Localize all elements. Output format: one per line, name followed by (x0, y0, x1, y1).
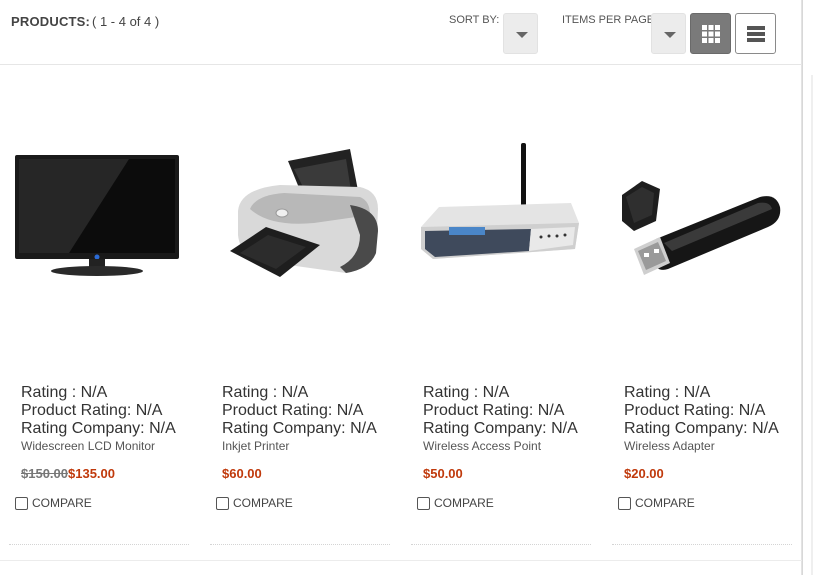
product-image-inkjet-printer[interactable] (210, 131, 390, 291)
price: $50.00 (423, 466, 463, 481)
card-divider (612, 544, 792, 545)
sort-by-select[interactable] (503, 13, 538, 54)
products-label: PRODUCTS: (11, 14, 91, 29)
rating-company-text: Rating Company: N/A (21, 420, 176, 437)
page-scrollbar[interactable] (802, 0, 813, 575)
rating-company-text: Rating Company: N/A (624, 420, 779, 437)
compare-label: COMPARE (434, 496, 494, 510)
price: $20.00 (624, 466, 664, 481)
product-card: Rating : N/A Product Rating: N/A Rating … (9, 66, 189, 546)
rating-text: Rating : N/A (624, 384, 711, 401)
sale-price: $135.00 (68, 466, 115, 481)
card-divider (411, 544, 591, 545)
checkbox-icon (618, 496, 631, 510)
checkbox-icon (216, 496, 229, 510)
product-card: Rating : N/A Product Rating: N/A Rating … (210, 66, 390, 546)
card-divider (9, 544, 189, 545)
chevron-down-icon (664, 32, 676, 38)
product-card: Rating : N/A Product Rating: N/A Rating … (612, 66, 792, 546)
items-per-page-select[interactable] (651, 13, 686, 54)
compare-checkbox[interactable]: COMPARE (216, 496, 293, 510)
price: $150.00$135.00 (21, 466, 115, 481)
product-name-link[interactable]: Inkjet Printer (222, 439, 289, 453)
product-rating-text: Product Rating: N/A (624, 402, 766, 419)
product-card: Rating : N/A Product Rating: N/A Rating … (411, 66, 591, 546)
product-rating-text: Product Rating: N/A (21, 402, 163, 419)
card-divider (210, 544, 390, 545)
list-view-button[interactable] (735, 13, 776, 54)
rating-text: Rating : N/A (21, 384, 108, 401)
product-image-lcd-monitor[interactable] (9, 131, 189, 291)
products-range: ( 1 - 4 of 4 ) (92, 14, 160, 29)
checkbox-icon (417, 496, 430, 510)
items-per-page-label: ITEMS PER PAGE: (562, 14, 658, 26)
product-name-link[interactable]: Widescreen LCD Monitor (21, 439, 155, 453)
price: $60.00 (222, 466, 262, 481)
listing-bottom-border (0, 560, 802, 561)
grid-view-button[interactable] (690, 13, 731, 54)
compare-checkbox[interactable]: COMPARE (417, 496, 494, 510)
rating-company-text: Rating Company: N/A (423, 420, 578, 437)
compare-label: COMPARE (233, 496, 293, 510)
product-image-wireless-router[interactable] (411, 131, 591, 291)
product-name-link[interactable]: Wireless Adapter (624, 439, 715, 453)
compare-label: COMPARE (635, 496, 695, 510)
product-rating-text: Product Rating: N/A (423, 402, 565, 419)
rating-text: Rating : N/A (423, 384, 510, 401)
product-image-usb-wireless-adapter[interactable] (612, 131, 792, 291)
listing-toolbar: PRODUCTS: ( 1 - 4 of 4 ) SORT BY: ITEMS … (0, 0, 802, 65)
compare-label: COMPARE (32, 496, 92, 510)
product-rating-text: Product Rating: N/A (222, 402, 364, 419)
compare-checkbox[interactable]: COMPARE (15, 496, 92, 510)
checkbox-icon (15, 496, 28, 510)
compare-checkbox[interactable]: COMPARE (618, 496, 695, 510)
old-price: $150.00 (21, 466, 68, 481)
rating-text: Rating : N/A (222, 384, 309, 401)
grid-icon (702, 25, 720, 43)
sort-by-label: SORT BY: (449, 14, 500, 26)
product-listing-page: PRODUCTS: ( 1 - 4 of 4 ) SORT BY: ITEMS … (0, 0, 802, 575)
product-name-link[interactable]: Wireless Access Point (423, 439, 541, 453)
chevron-down-icon (516, 32, 528, 38)
list-icon (747, 26, 765, 42)
rating-company-text: Rating Company: N/A (222, 420, 377, 437)
